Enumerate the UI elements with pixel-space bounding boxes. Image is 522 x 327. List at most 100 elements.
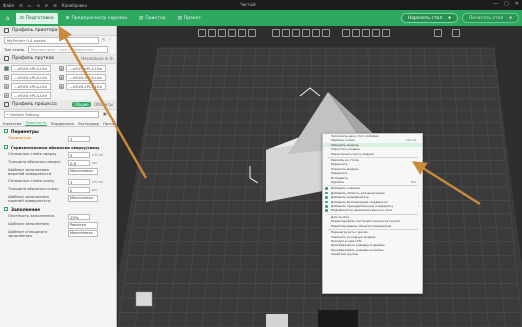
context-menu-item[interactable]: Перестроить сетку модели <box>323 152 422 156</box>
rotate-icon[interactable] <box>282 29 290 37</box>
process-section-header[interactable]: Профиль процесса Общие Объекты <box>0 100 116 110</box>
setting-unit: мм <box>92 161 97 165</box>
close-icon[interactable]: ✕ <box>515 1 519 7</box>
pattern-select[interactable]: Монотонная <box>68 230 98 237</box>
filament-name: —eSUN ePLA-Lite <box>14 84 48 89</box>
filament-color-swatch[interactable]: 7 <box>4 93 9 98</box>
redo-icon[interactable]: ⟳ <box>45 3 48 8</box>
wifi-icon[interactable]: ⌔ <box>108 37 112 43</box>
menu-item-icon <box>325 205 328 208</box>
tab-prepare[interactable]: ⊡ Подготовка <box>16 12 58 24</box>
save-icon[interactable]: ▣ <box>103 111 107 116</box>
walls-group-icon <box>4 129 8 133</box>
filament-select[interactable]: —eSUN ePLA-Lite <box>66 65 106 72</box>
setting-input[interactable]: 15% <box>68 214 90 220</box>
filament-color-swatch[interactable]: 1 <box>4 66 9 71</box>
process-scope-toggle[interactable]: Общие Объекты <box>72 102 113 107</box>
filament-section-header[interactable]: Профиль прутков Несколько ⊕ ⚙ <box>0 54 116 64</box>
shell-properties: Сплошных слоёв сверху 5 0.6 мм Толщина обол… <box>0 151 116 205</box>
printer-select[interactable]: MyPrinter 0.4 nozzle <box>4 37 99 44</box>
grid-icon[interactable] <box>208 29 216 37</box>
setting-label: Шаблон заполнения <box>8 221 49 226</box>
menu-item-label: Разделить <box>331 162 348 167</box>
process-select[interactable]: * Default Setting <box>4 111 99 118</box>
scope-global[interactable]: Общие <box>72 102 91 107</box>
3d-viewport[interactable] <box>118 26 522 327</box>
filament-color-swatch[interactable]: 4 <box>59 75 64 80</box>
pattern-select[interactable]: Решётка <box>68 222 98 229</box>
setting-input[interactable]: 0 <box>68 187 90 193</box>
menu-item-label: Свойства группы <box>331 252 359 257</box>
tab-printer[interactable]: ▤ Принтер <box>135 13 170 24</box>
text-icon[interactable] <box>372 29 380 37</box>
plate-settings-icon[interactable] <box>452 29 460 37</box>
split-parts-icon[interactable] <box>248 29 256 37</box>
filament-select[interactable]: —eSUN ePLA-Lite <box>66 83 106 90</box>
scope-objects[interactable]: Объекты <box>94 102 113 107</box>
filament-color-swatch[interactable]: 3 <box>4 75 9 80</box>
pattern-select[interactable]: Монотонная <box>68 168 98 175</box>
process-tab[interactable]: Экструдер <box>78 121 99 126</box>
plate-type-select[interactable]: Высокотемп. стол с покрытием <box>28 46 108 53</box>
color-paint-icon[interactable] <box>362 29 370 37</box>
filament-select[interactable]: —eSUN ePLA-Lite <box>11 92 51 99</box>
slice-plate-button[interactable]: Нарезать стол ▼ <box>400 13 458 23</box>
context-menu-item[interactable]: Модификатор диапазона высоты слоя <box>323 208 422 212</box>
filament-select[interactable]: —eSUN ePLA-Lite <box>11 74 51 81</box>
undo-icon[interactable]: ⟲ <box>36 3 39 8</box>
process-tab[interactable]: Качество <box>3 121 21 126</box>
tab-project[interactable]: ▥ Проект <box>174 13 205 24</box>
file-menu[interactable]: Файл <box>3 3 14 8</box>
setting-input[interactable]: 5 <box>68 152 90 158</box>
maximize-icon[interactable]: ▢ <box>504 1 509 7</box>
measure-icon[interactable] <box>382 29 390 37</box>
tab-label: Предпросмотр нарезки <box>71 15 127 21</box>
pattern-select[interactable]: Монотонная <box>68 195 98 202</box>
setting-row: Толщина оболочки снизу 0 мм <box>0 186 116 194</box>
fullscreen-icon[interactable] <box>434 29 442 37</box>
calibration-menu[interactable]: Калибровка <box>62 3 87 8</box>
orient-icon[interactable] <box>218 29 226 37</box>
minimize-icon[interactable]: — <box>493 1 498 7</box>
edit-icon[interactable]: ✎ <box>102 37 105 42</box>
context-menu-item[interactable]: Свойства группы › <box>323 252 422 256</box>
support-paint-icon[interactable] <box>342 29 350 37</box>
lay-on-face-icon[interactable] <box>302 29 310 37</box>
chevron-down-icon[interactable]: ▼ <box>509 16 512 20</box>
tab-preview[interactable]: ⊞ Предпросмотр нарезки <box>62 13 131 24</box>
cut-icon[interactable] <box>312 29 320 37</box>
plate-corner-icon[interactable] <box>135 291 153 307</box>
arrange-icon[interactable] <box>228 29 236 37</box>
menu-item-label: Редактировать настройки процесса печати <box>331 219 401 224</box>
scale-icon[interactable] <box>292 29 300 37</box>
boolean-icon[interactable] <box>322 29 330 37</box>
seam-paint-icon[interactable] <box>352 29 360 37</box>
process-tab[interactable]: Прочее <box>103 121 116 126</box>
home-icon[interactable]: ⌂ <box>3 14 12 23</box>
move-icon[interactable] <box>272 29 280 37</box>
context-menu-item[interactable]: Редактирование объекта параметров <box>323 224 422 228</box>
process-tab[interactable]: Поддержка <box>51 121 74 126</box>
menu-icon[interactable]: ☰ <box>19 3 23 8</box>
split-icon[interactable] <box>238 29 246 37</box>
filament-select[interactable]: —eSUN ePLA-Lite <box>11 83 51 90</box>
filament-color-swatch[interactable]: 2 <box>59 66 64 71</box>
print-plate-button[interactable]: Печатать стол ▼ <box>461 13 519 23</box>
filament-color-swatch[interactable]: 5 <box>4 84 9 89</box>
filament-select[interactable]: —eSUN ePLA-Lite <box>66 74 106 81</box>
filament-name: —eSUN ePLA-Lite <box>69 84 103 89</box>
setting-input[interactable]: 3 <box>68 179 90 185</box>
context-menu-item[interactable]: Удалить Del <box>323 180 422 184</box>
setting-input[interactable]: 0.6 <box>68 160 90 166</box>
add-icon[interactable] <box>198 29 206 37</box>
filament-select[interactable]: —eSUN ePLA-Lite <box>11 65 51 72</box>
filament-tools[interactable]: Несколько ⊕ ⚙ <box>81 56 113 61</box>
printer-section-header[interactable]: Профиль принтера <box>0 26 116 36</box>
walls-input[interactable]: 3 <box>68 136 90 142</box>
process-tab[interactable]: Прочность <box>25 120 47 126</box>
chevron-down-icon[interactable]: ▼ <box>448 16 451 20</box>
new-project-icon[interactable]: ▭ <box>28 3 32 8</box>
process-profile-value: * Default Setting <box>7 112 39 117</box>
list-icon[interactable]: ☰ <box>53 3 57 8</box>
filament-color-swatch[interactable]: 6 <box>59 84 64 89</box>
